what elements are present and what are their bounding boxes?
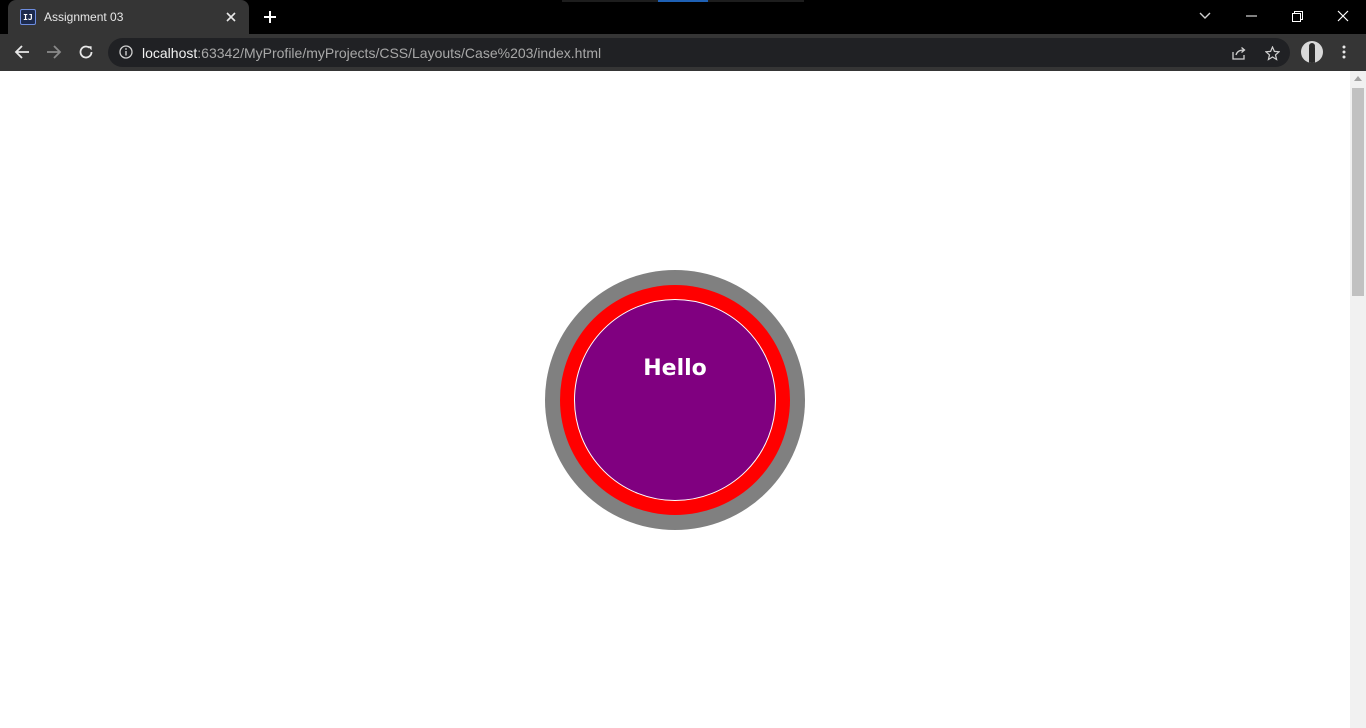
forward-button[interactable] bbox=[40, 38, 68, 66]
restore-button[interactable] bbox=[1274, 0, 1320, 32]
url-text[interactable]: localhost:63342/MyProfile/myProjects/CSS… bbox=[142, 45, 601, 61]
minimize-icon bbox=[1245, 15, 1257, 17]
new-tab-button[interactable] bbox=[259, 6, 281, 28]
close-icon bbox=[1337, 10, 1349, 22]
profile-avatar[interactable] bbox=[1301, 41, 1323, 63]
close-window-button[interactable] bbox=[1320, 0, 1366, 32]
outer-gray-circle: Hello bbox=[545, 270, 805, 530]
minimize-button[interactable] bbox=[1228, 0, 1274, 32]
kebab-menu-icon bbox=[1342, 45, 1346, 59]
star-icon bbox=[1264, 45, 1280, 61]
close-icon bbox=[226, 12, 236, 22]
tab-search-button[interactable] bbox=[1182, 0, 1228, 32]
vertical-scrollbar[interactable] bbox=[1350, 71, 1366, 728]
close-tab-button[interactable] bbox=[222, 8, 240, 26]
scrollbar-thumb[interactable] bbox=[1352, 88, 1364, 296]
intellij-favicon-icon: IJ bbox=[20, 9, 36, 25]
forward-arrow-icon bbox=[47, 45, 62, 59]
back-button[interactable] bbox=[8, 38, 36, 66]
tab-assignment-03[interactable]: IJ Assignment 03 bbox=[8, 0, 249, 34]
middle-red-circle: Hello bbox=[560, 285, 790, 515]
bookmark-button[interactable] bbox=[1261, 42, 1283, 64]
page-content: Hello bbox=[0, 71, 1350, 728]
back-arrow-icon bbox=[14, 45, 29, 59]
hello-heading: Hello bbox=[643, 356, 707, 381]
address-bar[interactable]: localhost:63342/MyProfile/myProjects/CSS… bbox=[108, 38, 1290, 67]
site-info-button[interactable] bbox=[118, 44, 134, 60]
browser-window: IJ Assignment 03 localhost:63342/MyProfi… bbox=[0, 0, 1366, 728]
info-icon bbox=[119, 45, 133, 59]
url-host: localhost bbox=[142, 45, 198, 61]
restore-icon bbox=[1291, 10, 1303, 22]
inner-purple-circle: Hello bbox=[574, 299, 776, 501]
tab-title: Assignment 03 bbox=[44, 10, 124, 24]
scroll-up-arrow-icon[interactable] bbox=[1354, 76, 1362, 81]
reload-icon bbox=[79, 45, 93, 59]
browser-menu-button[interactable] bbox=[1330, 38, 1358, 66]
window-title-hint bbox=[562, 0, 804, 2]
url-path: :63342/MyProfile/myProjects/CSS/Layouts/… bbox=[197, 45, 602, 61]
tab-strip: IJ Assignment 03 bbox=[0, 0, 1366, 34]
chevron-down-icon bbox=[1199, 12, 1211, 19]
share-button[interactable] bbox=[1228, 42, 1250, 64]
browser-toolbar: localhost:63342/MyProfile/myProjects/CSS… bbox=[0, 34, 1366, 71]
share-icon bbox=[1231, 47, 1246, 60]
plus-icon bbox=[264, 11, 276, 23]
reload-button[interactable] bbox=[72, 38, 100, 66]
